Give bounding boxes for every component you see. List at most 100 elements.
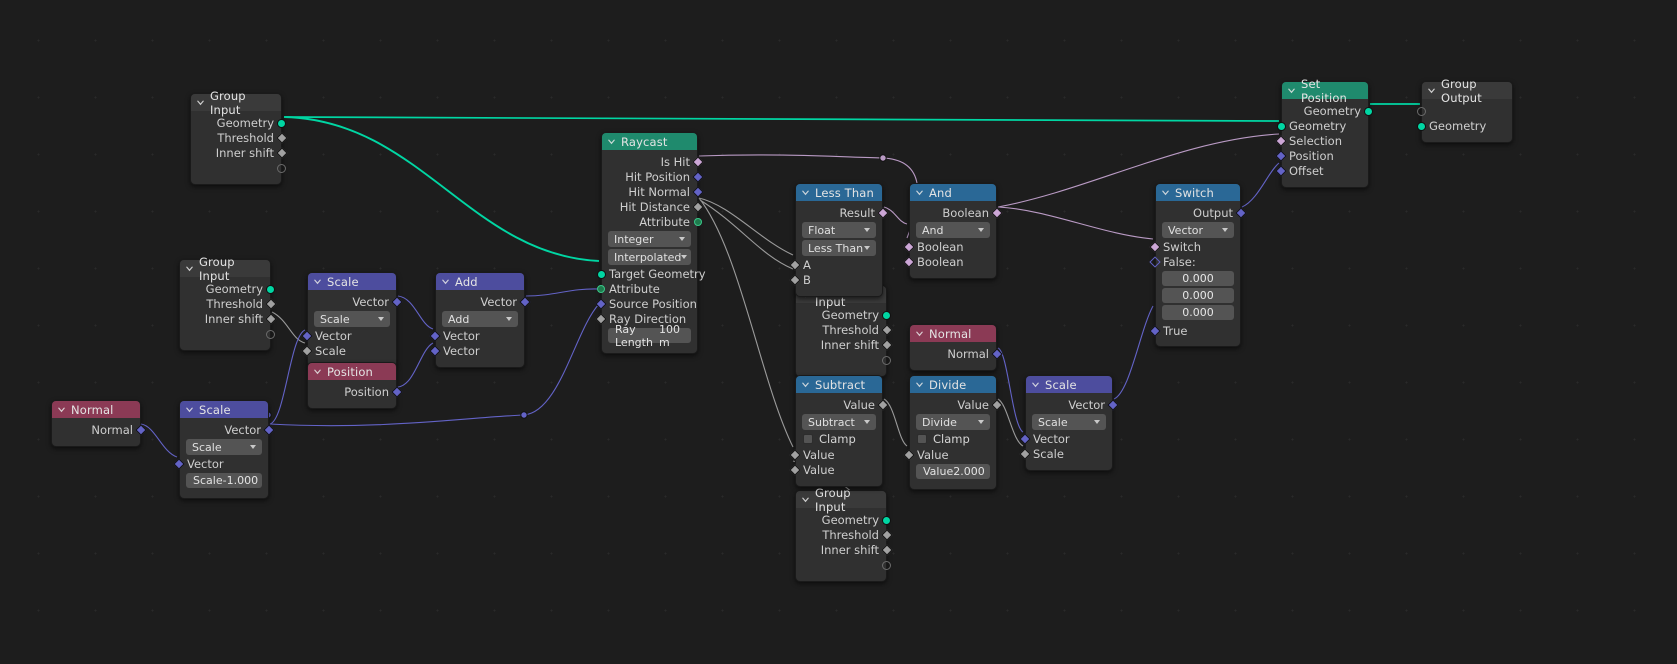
node-header-group_output[interactable]: Group Output (1422, 77, 1512, 105)
node-header-scale_left[interactable]: Scale (180, 401, 268, 418)
false-value-field[interactable]: 0.000 (1162, 288, 1234, 303)
node-header-and[interactable]: And (910, 184, 996, 201)
node-header-group_input_mid[interactable]: Group Input (180, 255, 270, 283)
input-socket-geometry[interactable] (1417, 121, 1426, 131)
output-row: Result (796, 206, 889, 220)
collapse-chevron-icon[interactable] (57, 405, 66, 414)
collapse-chevron-icon[interactable] (185, 264, 194, 273)
node-header-position[interactable]: Position (308, 363, 396, 380)
node-scale_mid[interactable]: Scale Vector Scale Vector Scale (301, 272, 403, 368)
output-socket-attribute[interactable] (694, 218, 702, 226)
node-header-group_input_bottom[interactable]: Group Input (796, 486, 886, 514)
node-header-scale_right[interactable]: Scale (1026, 376, 1112, 393)
node-set_position[interactable]: Set Position Geometry Geometry Selection Pos… (1275, 77, 1373, 188)
node-header-scale_mid[interactable]: Scale (308, 273, 396, 290)
node-header-normal_mid[interactable]: Normal (910, 325, 996, 342)
clamp-checkbox[interactable] (917, 434, 927, 444)
node-subtract[interactable]: Subtract Value Subtract Clamp Value Value (789, 375, 889, 487)
node-divide[interactable]: Divide Value Divide Clamp Value Value 2.000 (903, 375, 1003, 490)
dropdown-divide[interactable]: Divide (916, 414, 990, 430)
virtual-socket[interactable] (882, 561, 891, 570)
node-position[interactable]: Position Position (307, 362, 403, 409)
node-header-set_position[interactable]: Set Position (1282, 77, 1368, 105)
dropdown-less-than[interactable]: Less Than (802, 240, 876, 256)
chevron-down-icon (864, 246, 870, 250)
node-switch[interactable]: Switch Output Vector Switch False: 0.000 0.000… (1149, 183, 1247, 347)
collapse-chevron-icon[interactable] (313, 367, 322, 376)
collapse-chevron-icon[interactable] (185, 405, 194, 414)
node-group_input_bottom[interactable]: Group Input Geometry Threshold Inner shift (795, 486, 893, 582)
output-socket-geometry[interactable] (266, 284, 275, 294)
collapse-chevron-icon[interactable] (313, 277, 322, 286)
node-group_output[interactable]: Group Output Geometry (1417, 77, 1513, 143)
false-value-field[interactable]: 0.000 (1162, 271, 1234, 286)
virtual-socket[interactable] (882, 356, 891, 365)
input-socket-geometry[interactable] (1277, 121, 1286, 131)
node-header-subtract[interactable]: Subtract (796, 376, 882, 393)
value-field[interactable]: Ray Length 100 m (608, 323, 691, 349)
collapse-chevron-icon[interactable] (915, 380, 924, 389)
dropdown-float[interactable]: Float (802, 222, 876, 238)
node-header-add[interactable]: Add (436, 273, 524, 290)
input-row: Value (789, 448, 882, 462)
node-header-normal_left[interactable]: Normal (52, 401, 140, 418)
collapse-chevron-icon[interactable] (196, 98, 205, 107)
collapse-chevron-icon[interactable] (915, 188, 924, 197)
value-field[interactable]: Scale -1.000 (186, 473, 262, 488)
collapse-chevron-icon[interactable] (801, 495, 810, 504)
collapse-chevron-icon[interactable] (607, 137, 616, 146)
dropdown-subtract[interactable]: Subtract (802, 414, 876, 430)
dropdown-scale[interactable]: Scale (314, 311, 390, 327)
output-row: Boolean (910, 206, 1003, 220)
value-field[interactable]: Value 2.000 (916, 464, 990, 479)
collapse-chevron-icon[interactable] (441, 277, 450, 286)
input-socket-target-geometry[interactable] (597, 269, 606, 279)
dropdown-interpolated[interactable]: Interpolated (608, 249, 691, 265)
collapse-chevron-icon[interactable] (1161, 188, 1170, 197)
collapse-chevron-icon[interactable] (801, 188, 810, 197)
collapse-chevron-icon[interactable] (1287, 86, 1296, 95)
collapse-chevron-icon[interactable] (915, 329, 924, 338)
checkbox-row[interactable]: Clamp (910, 432, 996, 446)
virtual-socket[interactable] (266, 330, 275, 339)
node-add[interactable]: Add Vector Add Vector Vector (429, 272, 531, 368)
node-group_input_ray[interactable]: Group InputGeometryThresholdInner shift (795, 281, 893, 377)
output-row: Threshold (796, 528, 893, 542)
virtual-socket[interactable] (1417, 107, 1426, 116)
node-normal_left[interactable]: Normal Normal (51, 400, 147, 447)
node-header-less_than[interactable]: Less Than (796, 184, 882, 201)
node-group_input_mid[interactable]: Group Input Geometry Threshold Inner shift (179, 255, 277, 351)
node-header-divide[interactable]: Divide (910, 376, 996, 393)
dropdown-integer[interactable]: Integer (608, 231, 691, 247)
checkbox-row[interactable]: Clamp (796, 432, 882, 446)
node-body: Vector Scale Vector Scale (1019, 393, 1119, 470)
node-scale_right[interactable]: Scale Vector Scale Vector Scale (1019, 375, 1119, 471)
dropdown-add[interactable]: Add (442, 311, 518, 327)
output-socket-geometry[interactable] (882, 515, 891, 525)
dropdown-and[interactable]: And (916, 222, 990, 238)
node-header-switch[interactable]: Switch (1156, 184, 1240, 201)
node-title: Switch (1175, 185, 1214, 200)
clamp-checkbox[interactable] (803, 434, 813, 444)
collapse-chevron-icon[interactable] (1031, 380, 1040, 389)
dropdown-vector[interactable]: Vector (1162, 222, 1234, 238)
input-socket-attribute[interactable] (597, 285, 605, 293)
output-socket-geometry[interactable] (1364, 106, 1373, 116)
node-group_input_top[interactable]: Group Input Geometry Threshold Inner shift (190, 89, 288, 185)
dropdown-scale[interactable]: Scale (1032, 414, 1106, 430)
node-raycast[interactable]: Raycast Is Hit Hit Position Hit Normal Hit D… (595, 132, 706, 354)
false-value-field[interactable]: 0.000 (1162, 305, 1234, 320)
virtual-socket[interactable] (277, 164, 286, 173)
node-less_than[interactable]: Less Than Result Float Less Than A B (789, 183, 889, 297)
collapse-chevron-icon[interactable] (1427, 86, 1436, 95)
node-and[interactable]: And Boolean And Boolean Boolean (903, 183, 1003, 279)
dropdown-scale[interactable]: Scale (186, 439, 262, 455)
collapse-chevron-icon[interactable] (801, 380, 810, 389)
output-socket-geometry[interactable] (882, 310, 891, 320)
node-normal_mid[interactable]: Normal Normal (909, 324, 1003, 371)
chevron-down-icon (1222, 228, 1228, 232)
node-header-group_input_top[interactable]: Group Input (191, 89, 281, 117)
output-socket-geometry[interactable] (277, 118, 286, 128)
node-header-raycast[interactable]: Raycast (602, 133, 697, 150)
node-scale_left[interactable]: Scale Vector Scale Vector Scale -1.000 (173, 400, 275, 499)
